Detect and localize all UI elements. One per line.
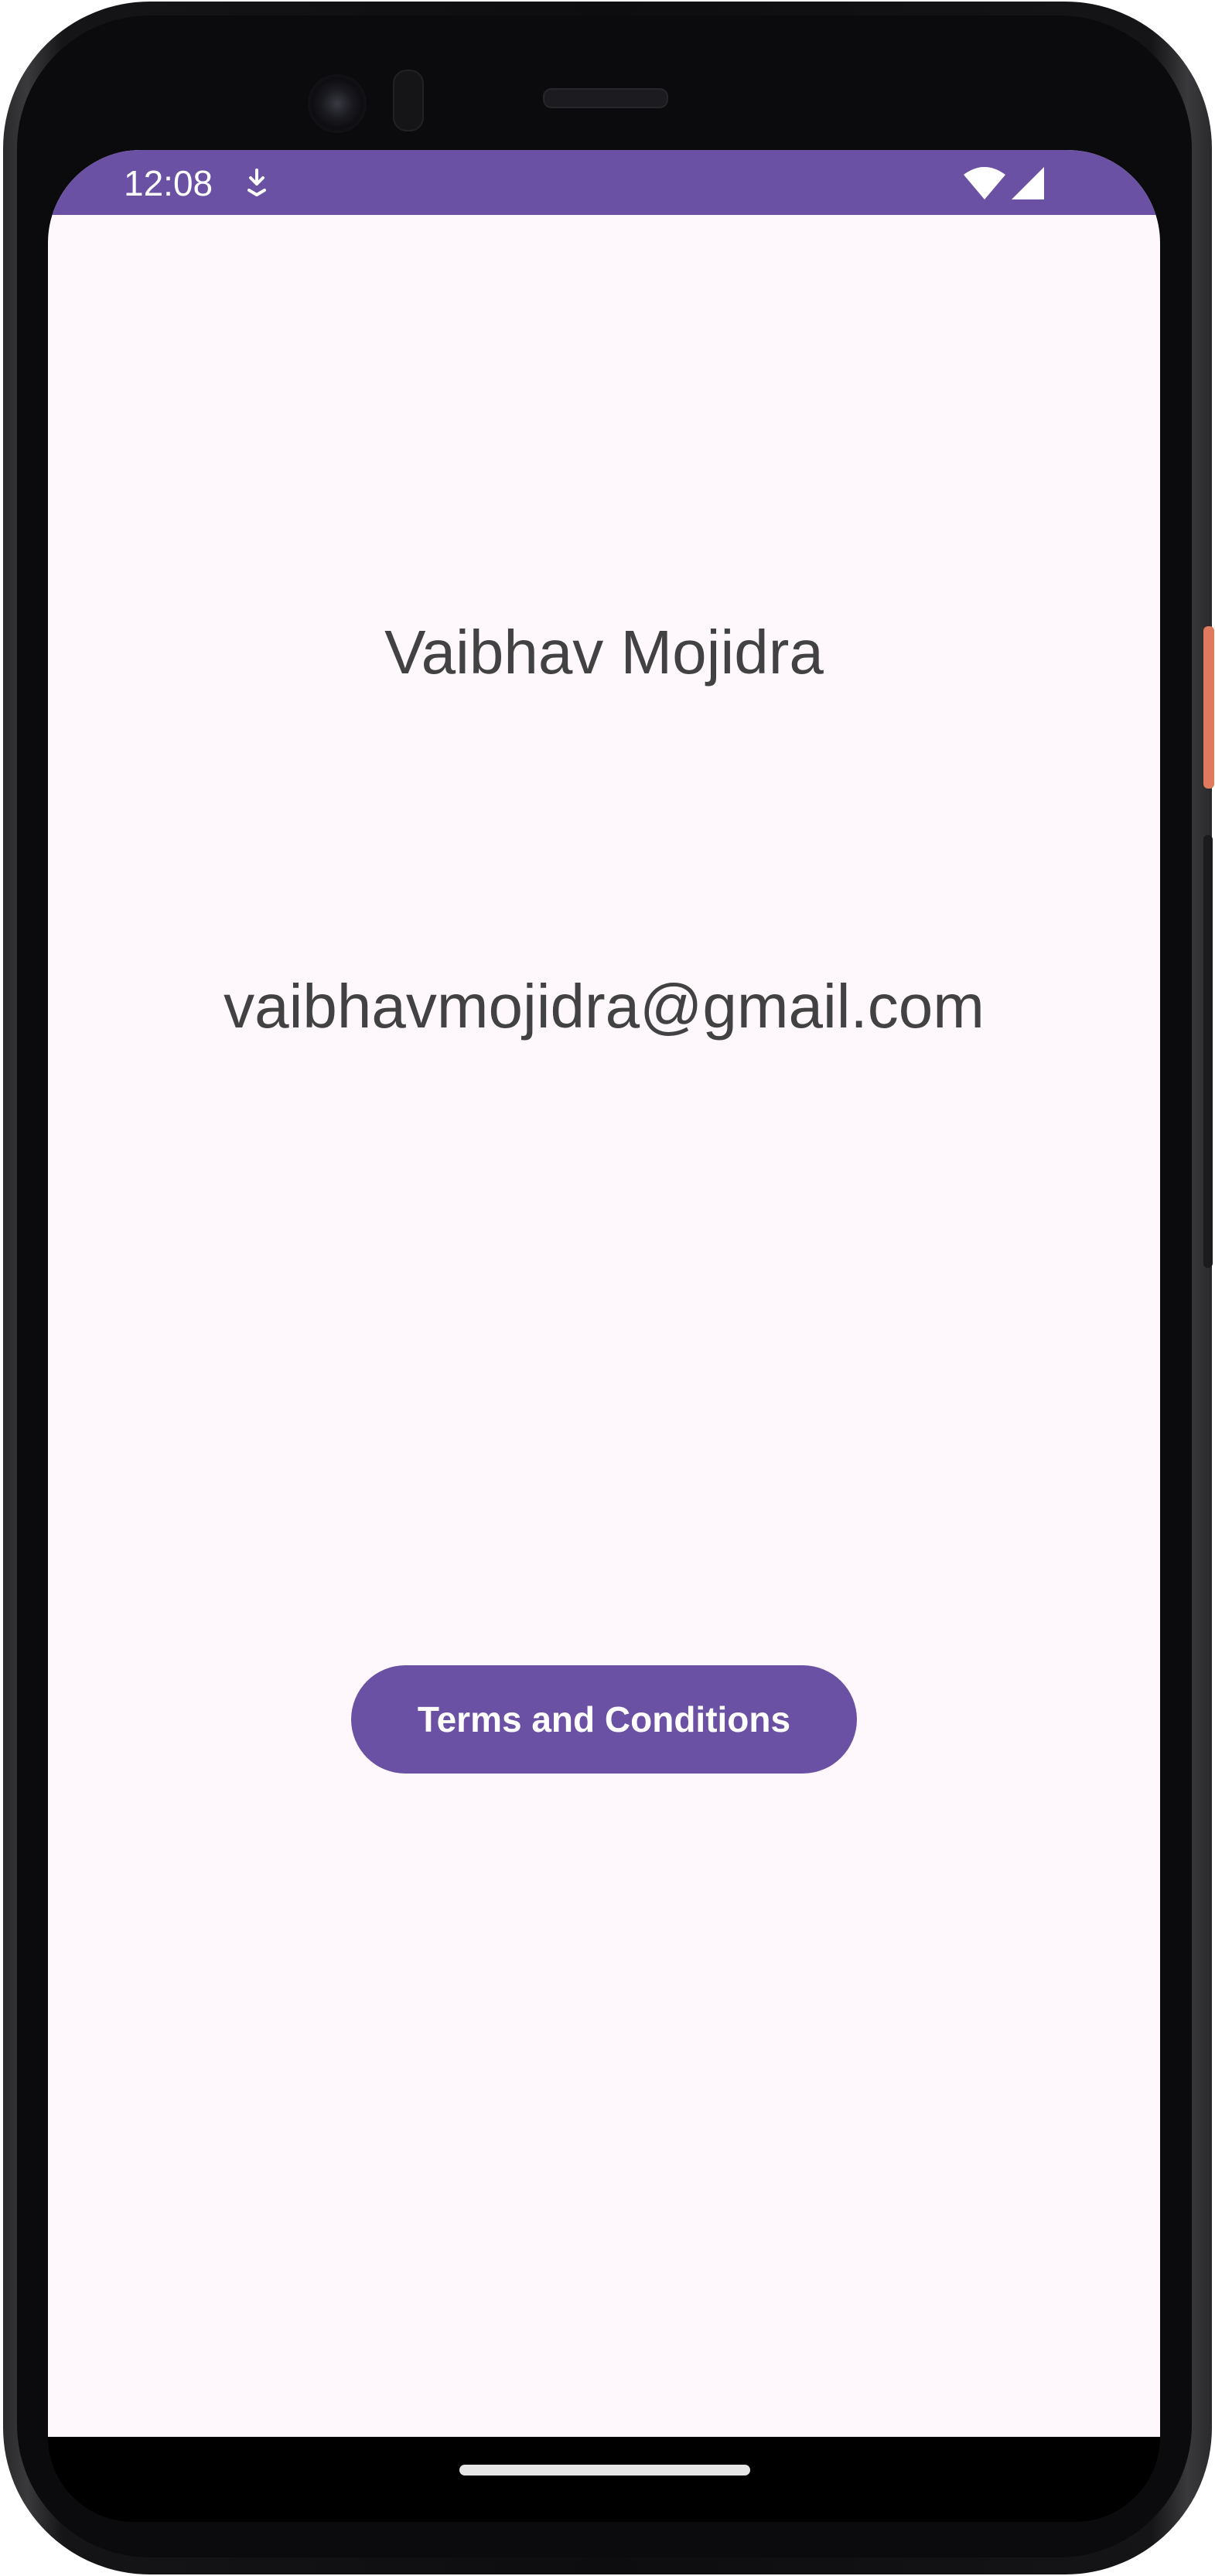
cell-signal-icon	[1012, 167, 1044, 199]
profile-name: Vaibhav Mojidra	[384, 618, 824, 687]
status-time: 12:08	[124, 163, 213, 203]
bottom-bezel	[48, 2437, 1160, 2522]
home-indicator[interactable]	[459, 2465, 750, 2475]
device-frame: 12:08 Vaibhav Mojidra vaibhavmojidra@gma…	[0, 0, 1215, 2576]
download-arrow-icon	[247, 169, 266, 196]
terms-and-conditions-button[interactable]: Terms and Conditions	[351, 1665, 857, 1774]
status-bar: 12:08	[48, 150, 1160, 215]
volume-button[interactable]	[1203, 835, 1213, 1268]
screen: 12:08 Vaibhav Mojidra vaibhavmojidra@gma…	[48, 150, 1160, 2437]
earpiece-speaker	[543, 88, 668, 108]
profile-email: vaibhavmojidra@gmail.com	[224, 972, 985, 1041]
wifi-icon	[964, 167, 1005, 199]
front-camera-icon	[308, 74, 367, 133]
power-button[interactable]	[1203, 626, 1214, 789]
proximity-sensor	[393, 70, 424, 131]
